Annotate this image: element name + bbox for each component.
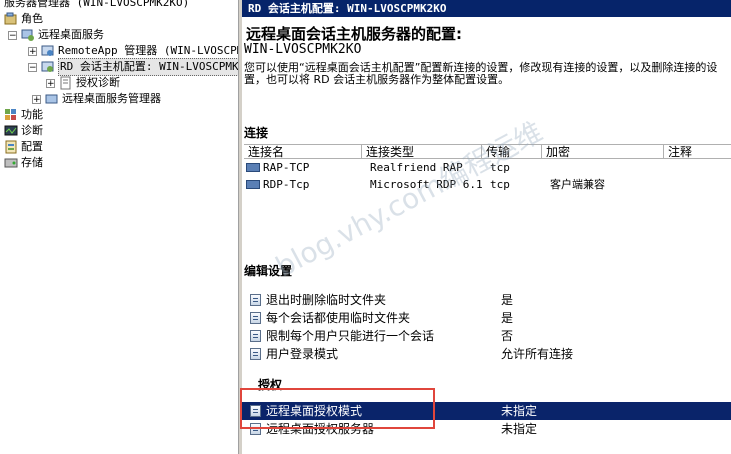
tree-label: RemoteApp 管理器 (WIN-LVOSCPM <box>58 44 238 57</box>
expand-icon[interactable]: + <box>46 78 55 88</box>
tree-label: 远程桌面服务管理器 <box>62 92 161 105</box>
connection-type: Realfriend RAP <box>370 161 463 174</box>
configuration-icon <box>4 140 18 154</box>
description-text: 您可以使用“远程桌面会话主机配置”配置新连接的设置，修改现有连接的设置，以及删除… <box>244 61 718 86</box>
column-header[interactable]: 加密 <box>542 144 664 159</box>
collapse-icon[interactable]: − <box>28 62 37 72</box>
network-connection-icon <box>246 162 260 172</box>
connection-name: RDP-Tcp <box>263 178 310 191</box>
column-header[interactable]: 注释 <box>664 144 731 159</box>
setting-icon <box>250 405 261 417</box>
tree-item-rd-config[interactable]: − RD 会话主机配置: WIN-LVOSCPMK <box>28 58 238 76</box>
expand-icon[interactable]: + <box>32 94 41 104</box>
connection-type: Microsoft RDP 6.1 <box>370 178 483 191</box>
edit-settings-title: 编辑设置 <box>244 264 293 278</box>
tree-item-server-manager[interactable]: 服务器管理器 (WIN-LVOSCPMK2KO) <box>4 0 189 11</box>
page-title: 远程桌面会话主机服务器的配置: <box>246 25 463 43</box>
column-header[interactable]: 传输 <box>482 144 542 159</box>
tree-label: 授权诊断 <box>76 76 120 89</box>
details-pane: RD 会话主机配置: WIN-LVOSCPMK2KO 远程桌面会话主机服务器的配… <box>242 0 731 454</box>
setting-value: 是 <box>501 311 514 325</box>
setting-value: 未指定 <box>501 404 538 418</box>
setting-value: 未指定 <box>501 422 538 436</box>
setting-row[interactable]: 用户登录模式 允许所有连接 <box>248 345 731 363</box>
tree-label: 远程桌面服务 <box>38 28 104 41</box>
tree-label: 诊断 <box>21 124 43 137</box>
storage-icon <box>4 156 18 170</box>
tree-item-licensing-diagnosis[interactable]: + 授权诊断 <box>46 75 120 91</box>
setting-name: 用户登录模式 <box>266 347 339 361</box>
setting-name: 每个会话都使用临时文件夹 <box>266 311 411 325</box>
setting-icon <box>250 330 261 342</box>
remoteapp-icon <box>41 44 55 58</box>
diagnostics-icon <box>59 76 73 90</box>
network-connection-icon <box>246 179 260 189</box>
collapse-icon[interactable]: − <box>8 30 17 40</box>
tree-item-diagnostics[interactable]: 诊断 <box>4 123 43 139</box>
features-icon <box>4 108 18 122</box>
tree-label: 角色 <box>21 12 43 25</box>
column-header[interactable]: 连接类型 <box>362 144 482 159</box>
tree-item-features[interactable]: 功能 <box>4 107 43 123</box>
setting-value: 允许所有连接 <box>501 347 574 361</box>
column-header[interactable]: 连接名 <box>244 144 362 159</box>
setting-row-licensing-server[interactable]: 远程桌面授权服务器 未指定 <box>248 420 731 438</box>
tree-item-configuration[interactable]: 配置 <box>4 139 43 155</box>
table-row[interactable]: RAP-TCP Realfriend RAP tcp <box>246 159 731 176</box>
tree-item-roles[interactable]: 角色 <box>4 11 43 27</box>
navigation-tree: 服务器管理器 (WIN-LVOSCPMK2KO) 角色 − 远程桌面服务 + R… <box>0 0 238 454</box>
connections-section-title: 连接 <box>244 126 269 140</box>
connection-encryption: 客户端兼容 <box>550 178 605 191</box>
tree-label: 服务器管理器 (WIN-LVOSCPMK2KO) <box>4 0 190 9</box>
tree-item-rds-manager[interactable]: + 远程桌面服务管理器 <box>32 91 161 107</box>
setting-icon <box>250 348 261 360</box>
tree-label: 功能 <box>21 108 43 121</box>
setting-name: 远程桌面授权服务器 <box>266 422 375 436</box>
tree-label: 配置 <box>21 140 43 153</box>
tree-label: 存储 <box>21 156 43 169</box>
setting-icon <box>250 294 261 306</box>
connection-transport: tcp <box>490 161 510 174</box>
setting-icon <box>250 312 261 324</box>
connection-name: RAP-TCP <box>263 161 310 174</box>
setting-row[interactable]: 每个会话都使用临时文件夹 是 <box>248 309 731 327</box>
setting-row[interactable]: 退出时删除临时文件夹 是 <box>248 291 731 309</box>
rds-icon <box>21 28 35 42</box>
rd-config-icon <box>41 60 55 74</box>
setting-name: 限制每个用户只能进行一个会话 <box>266 329 435 343</box>
licensing-section-title: 授权 <box>258 378 283 392</box>
expand-icon[interactable]: + <box>28 46 37 56</box>
diagnostics-icon <box>4 124 18 138</box>
tree-item-storage[interactable]: 存储 <box>4 155 43 171</box>
tree-item-rds[interactable]: − 远程桌面服务 <box>8 27 104 43</box>
roles-icon <box>4 12 18 26</box>
setting-name: 退出时删除临时文件夹 <box>266 293 387 307</box>
table-row[interactable]: RDP-Tcp Microsoft RDP 6.1 tcp 客户端兼容 <box>246 176 731 193</box>
tree-label: RD 会话主机配置: WIN-LVOSCPMK <box>58 58 238 76</box>
tree-item-remoteapp[interactable]: + RemoteApp 管理器 (WIN-LVOSCPM <box>28 43 238 59</box>
setting-value: 是 <box>501 293 514 307</box>
setting-value: 否 <box>501 329 514 343</box>
setting-row[interactable]: 限制每个用户只能进行一个会话 否 <box>248 327 731 345</box>
connection-transport: tcp <box>490 178 510 191</box>
rds-manager-icon <box>45 92 59 106</box>
pane-header: RD 会话主机配置: WIN-LVOSCPMK2KO <box>242 0 731 17</box>
server-name: WIN-LVOSCPMK2KO <box>244 42 362 57</box>
setting-name: 远程桌面授权模式 <box>266 404 363 418</box>
setting-row-licensing-mode[interactable]: 远程桌面授权模式 未指定 <box>242 402 731 420</box>
setting-icon <box>250 423 261 435</box>
